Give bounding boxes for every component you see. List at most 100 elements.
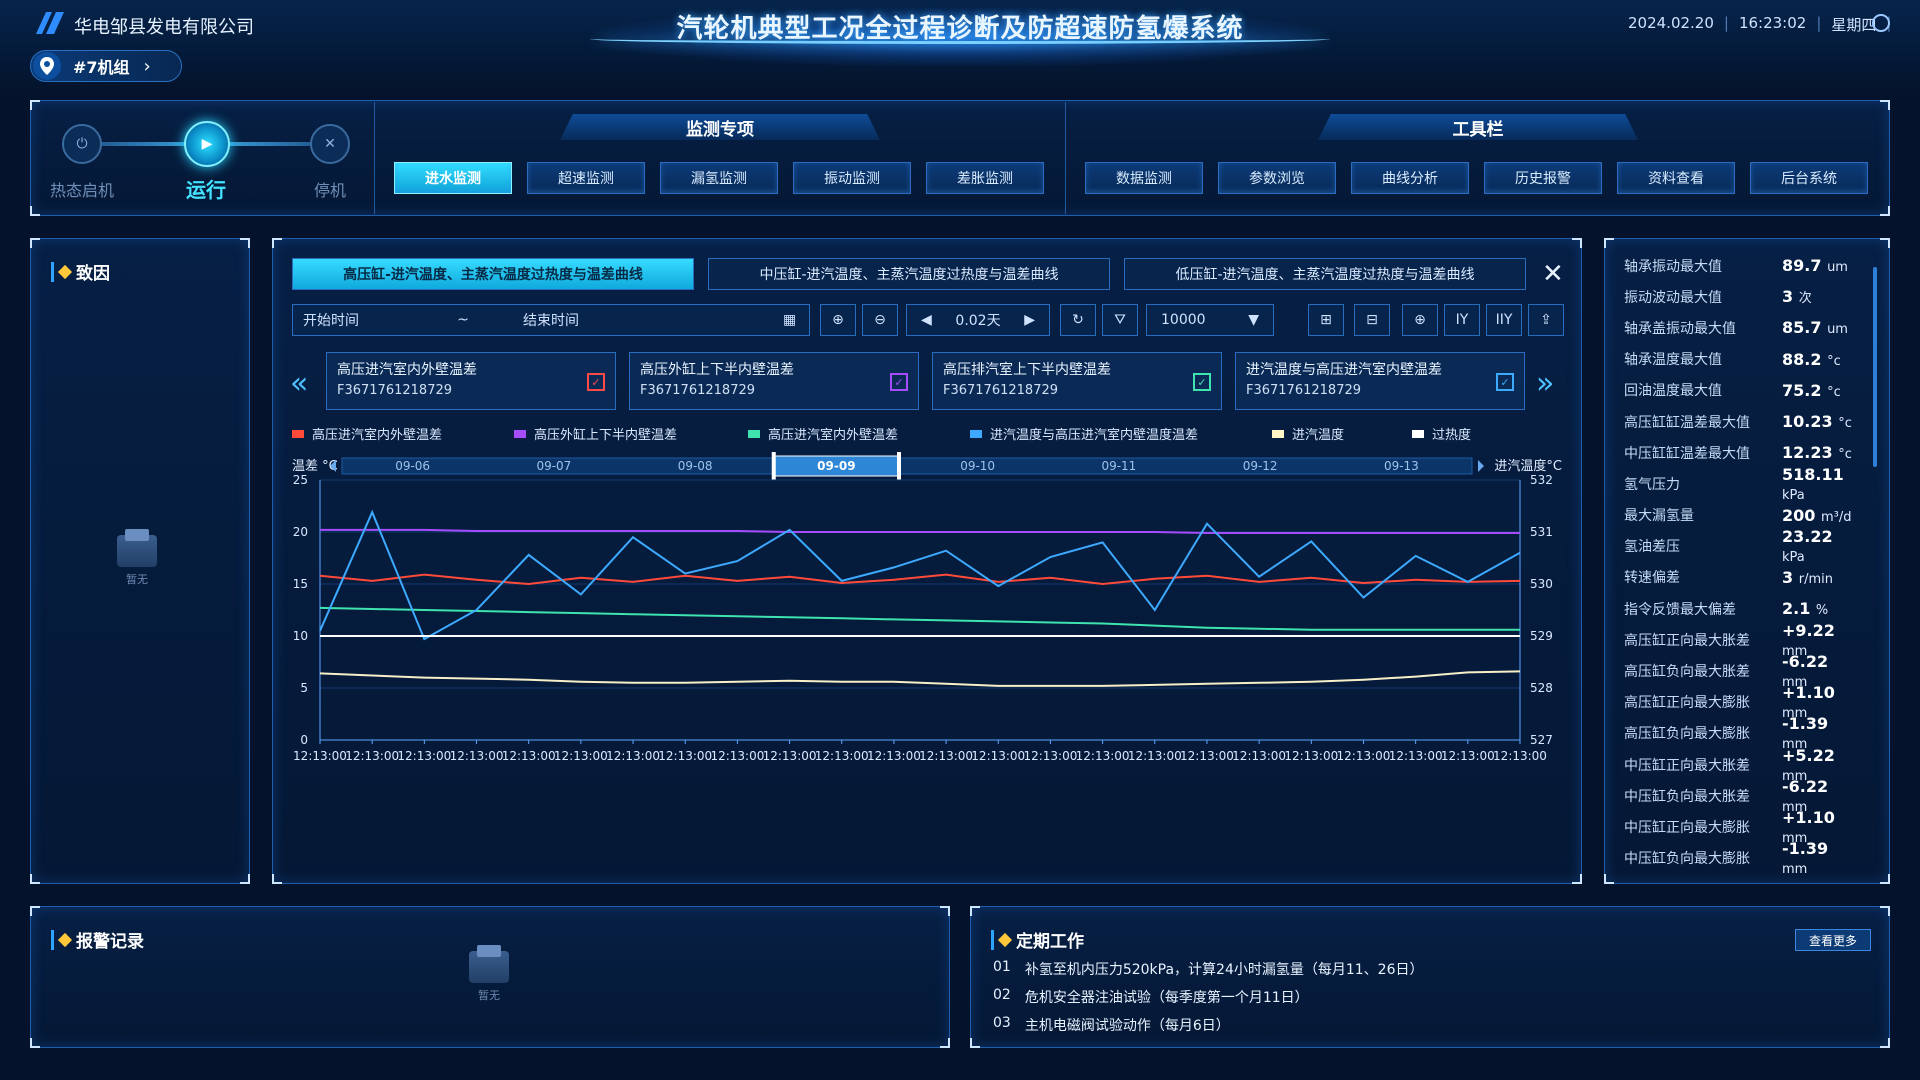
range-date-label: 09-06 <box>395 459 430 473</box>
metric-value: 89.7 um <box>1782 256 1848 276</box>
view-more-button[interactable]: 查看更多 <box>1795 929 1871 951</box>
x-tick-label: 12:13:00 <box>1128 749 1182 763</box>
date-text: 2024.02.20 <box>1628 14 1714 32</box>
signal-card-1[interactable]: 高压进汽室内外壁温差 F3671761218729 ✓ <box>326 352 616 410</box>
legend-item[interactable]: 高压进汽室内外壁温差 <box>748 424 970 443</box>
time-range-picker[interactable]: 开始时间 ~ 结束时间 ▦ <box>292 304 810 336</box>
y-tick-right: 527 <box>1530 733 1553 747</box>
single-axis-icon[interactable]: IY <box>1444 304 1480 336</box>
line-chart[interactable]: 09-06 09-07 09-08 09-09 09-10 09-11 09-12 09-13… <box>272 448 1582 878</box>
monitor-btn-expansion[interactable]: 差胀监测 <box>926 162 1044 194</box>
monitor-btn-water[interactable]: 进水监测 <box>394 162 512 194</box>
x-tick-label: 12:13:00 <box>658 749 712 763</box>
signal-3-checkbox[interactable]: ✓ <box>1193 373 1211 391</box>
tool-btn-history-alarm[interactable]: 历史报警 <box>1484 162 1602 194</box>
x-tick-label: 12:13:00 <box>606 749 660 763</box>
list-item[interactable]: 02 危机安全器注油试验（每季度第一个月11日） <box>993 987 1424 1015</box>
toolbar-section-title: 工具栏 <box>1318 114 1638 140</box>
prev-signals-icon[interactable]: « <box>290 366 308 401</box>
unit-selector[interactable]: #7机组 › <box>30 50 182 82</box>
alarm-panel: 报警记录 暂无 <box>30 906 950 1048</box>
metric-label: 中压缸负向最大胀差 <box>1624 788 1750 805</box>
filter-icon[interactable]: ⛛ <box>1102 304 1138 336</box>
metric-value: 200 m³/d <box>1782 505 1852 525</box>
signal-4-checkbox[interactable]: ✓ <box>1496 373 1514 391</box>
diamond-icon <box>57 932 73 947</box>
metric-row: 轴承振动最大值 89.7 um <box>1624 250 1856 281</box>
merge-view-icon[interactable]: ⊟ <box>1354 304 1390 336</box>
monitor-btn-overspeed[interactable]: 超速监测 <box>527 162 645 194</box>
metric-value: -1.39 mm <box>1782 839 1829 878</box>
list-item[interactable]: 03 主机电磁阀试验动作（每月6日） <box>993 1015 1424 1043</box>
tool-btn-data[interactable]: 数据监测 <box>1085 162 1203 194</box>
state-node-running[interactable]: ▶ <box>184 121 230 167</box>
metric-label: 最大漏氢量 <box>1624 508 1694 525</box>
signal-card-4[interactable]: 进汽温度与高压进汽室内壁温差 F3671761218729 ✓ <box>1235 352 1525 410</box>
diamond-icon <box>997 932 1013 947</box>
legend-item[interactable]: 过热度 <box>1412 424 1512 443</box>
zoom-out-icon[interactable]: ⊖ <box>862 304 898 336</box>
x-tick-label: 12:13:00 <box>1493 749 1547 763</box>
export-icon[interactable]: ⇪ <box>1528 304 1564 336</box>
legend-item[interactable]: 高压外缸上下半内壁温差 <box>514 424 748 443</box>
dual-axis-icon[interactable]: IIY <box>1486 304 1522 336</box>
tool-btn-params[interactable]: 参数浏览 <box>1218 162 1336 194</box>
y-tick-left: 20 <box>293 525 308 539</box>
x-tick-label: 12:13:00 <box>1441 749 1495 763</box>
end-time-field[interactable]: 结束时间 <box>523 310 783 330</box>
metric-row: 指令反馈最大偏差 2.1 % <box>1624 593 1856 624</box>
legend-item[interactable]: 高压进汽室内外壁温差 <box>292 424 514 443</box>
x-tick-label: 12:13:00 <box>971 749 1025 763</box>
split-view-icon[interactable]: ⊞ <box>1308 304 1344 336</box>
tool-btn-documents[interactable]: 资料查看 <box>1617 162 1735 194</box>
signal-card-2[interactable]: 高压外缸上下半内壁温差 F3671761218729 ✓ <box>629 352 919 410</box>
x-tick-label: 12:13:00 <box>919 749 973 763</box>
user-icon[interactable] <box>1872 14 1890 32</box>
x-tick-label: 12:13:00 <box>1232 749 1286 763</box>
step-stepper[interactable]: ◀ 0.02天 ▶ <box>906 304 1050 336</box>
signal-2-checkbox[interactable]: ✓ <box>890 373 908 391</box>
tab-ip-cylinder[interactable]: 中压缸-进汽温度、主蒸汽温度过热度与温差曲线 <box>708 258 1110 290</box>
y-tick-right: 528 <box>1530 681 1553 695</box>
y-tick-left: 10 <box>293 629 308 643</box>
add-curve-icon[interactable]: ⊕ <box>1402 304 1438 336</box>
cause-panel: 致因 暂无 <box>30 238 250 884</box>
tab-lp-cylinder[interactable]: 低压缸-进汽温度、主蒸汽温度过热度与温差曲线 <box>1124 258 1526 290</box>
tool-btn-curve[interactable]: 曲线分析 <box>1351 162 1469 194</box>
tool-btn-backend[interactable]: 后台系统 <box>1750 162 1868 194</box>
signal-1-checkbox[interactable]: ✓ <box>587 373 605 391</box>
monitor-btn-hydrogen-leak[interactable]: 漏氢监测 <box>660 162 778 194</box>
monitor-btn-vibration[interactable]: 振动监测 <box>793 162 911 194</box>
metric-label: 振动波动最大值 <box>1624 289 1722 306</box>
legend-item[interactable]: 进汽温度 <box>1272 424 1412 443</box>
x-tick-label: 12:13:00 <box>1337 749 1391 763</box>
legend-item[interactable]: 进汽温度与高压进汽室内壁温度温差 <box>970 424 1272 443</box>
step-next-icon[interactable]: ▶ <box>1024 312 1035 328</box>
next-signals-icon[interactable]: » <box>1536 366 1554 401</box>
list-item[interactable]: 01 补氢至机内压力520kPa，计算24小时漏氢量（每月11、26日） <box>993 959 1424 987</box>
x-tick-label: 12:13:00 <box>397 749 451 763</box>
range-date-label: 09-09 <box>817 459 855 473</box>
metrics-scrollbar[interactable] <box>1873 267 1877 467</box>
metric-row: 中压缸负向最大胀差 -6.22 mm <box>1624 777 1856 815</box>
metric-label: 氢油差压 <box>1624 539 1680 556</box>
metrics-list: 轴承振动最大值 89.7 um 振动波动最大值 3 次轴承盖振动最大值 85.7 um 轴… <box>1624 250 1856 878</box>
refresh-icon[interactable]: ↻ <box>1060 304 1096 336</box>
start-time-field[interactable]: 开始时间 <box>303 310 403 330</box>
metric-value: 12.23 °c <box>1782 443 1852 463</box>
x-tick-label: 12:13:00 <box>450 749 504 763</box>
state-node-hot-start[interactable]: ⏻ <box>62 124 102 164</box>
tab-hp-cylinder[interactable]: 高压缸-进汽温度、主蒸汽温度过热度与温差曲线 <box>292 258 694 290</box>
signal-card-3[interactable]: 高压排汽室上下半内壁温差 F3671761218729 ✓ <box>932 352 1222 410</box>
count-select[interactable]: 10000 ▼ <box>1146 304 1274 336</box>
range-date-label: 09-12 <box>1243 459 1278 473</box>
state-node-shutdown[interactable]: ✕ <box>310 124 350 164</box>
metric-row: 振动波动最大值 3 次 <box>1624 281 1856 312</box>
metric-label: 高压缸负向最大膨胀 <box>1624 726 1750 743</box>
dropdown-arrow-icon: ▼ <box>1248 312 1259 328</box>
zoom-in-icon[interactable]: ⊕ <box>820 304 856 336</box>
step-prev-icon[interactable]: ◀ <box>921 312 932 328</box>
cause-empty-state: 暂无 <box>117 529 157 587</box>
close-icon[interactable]: ✕ <box>1542 258 1564 290</box>
metric-label: 轴承温度最大值 <box>1624 352 1722 369</box>
